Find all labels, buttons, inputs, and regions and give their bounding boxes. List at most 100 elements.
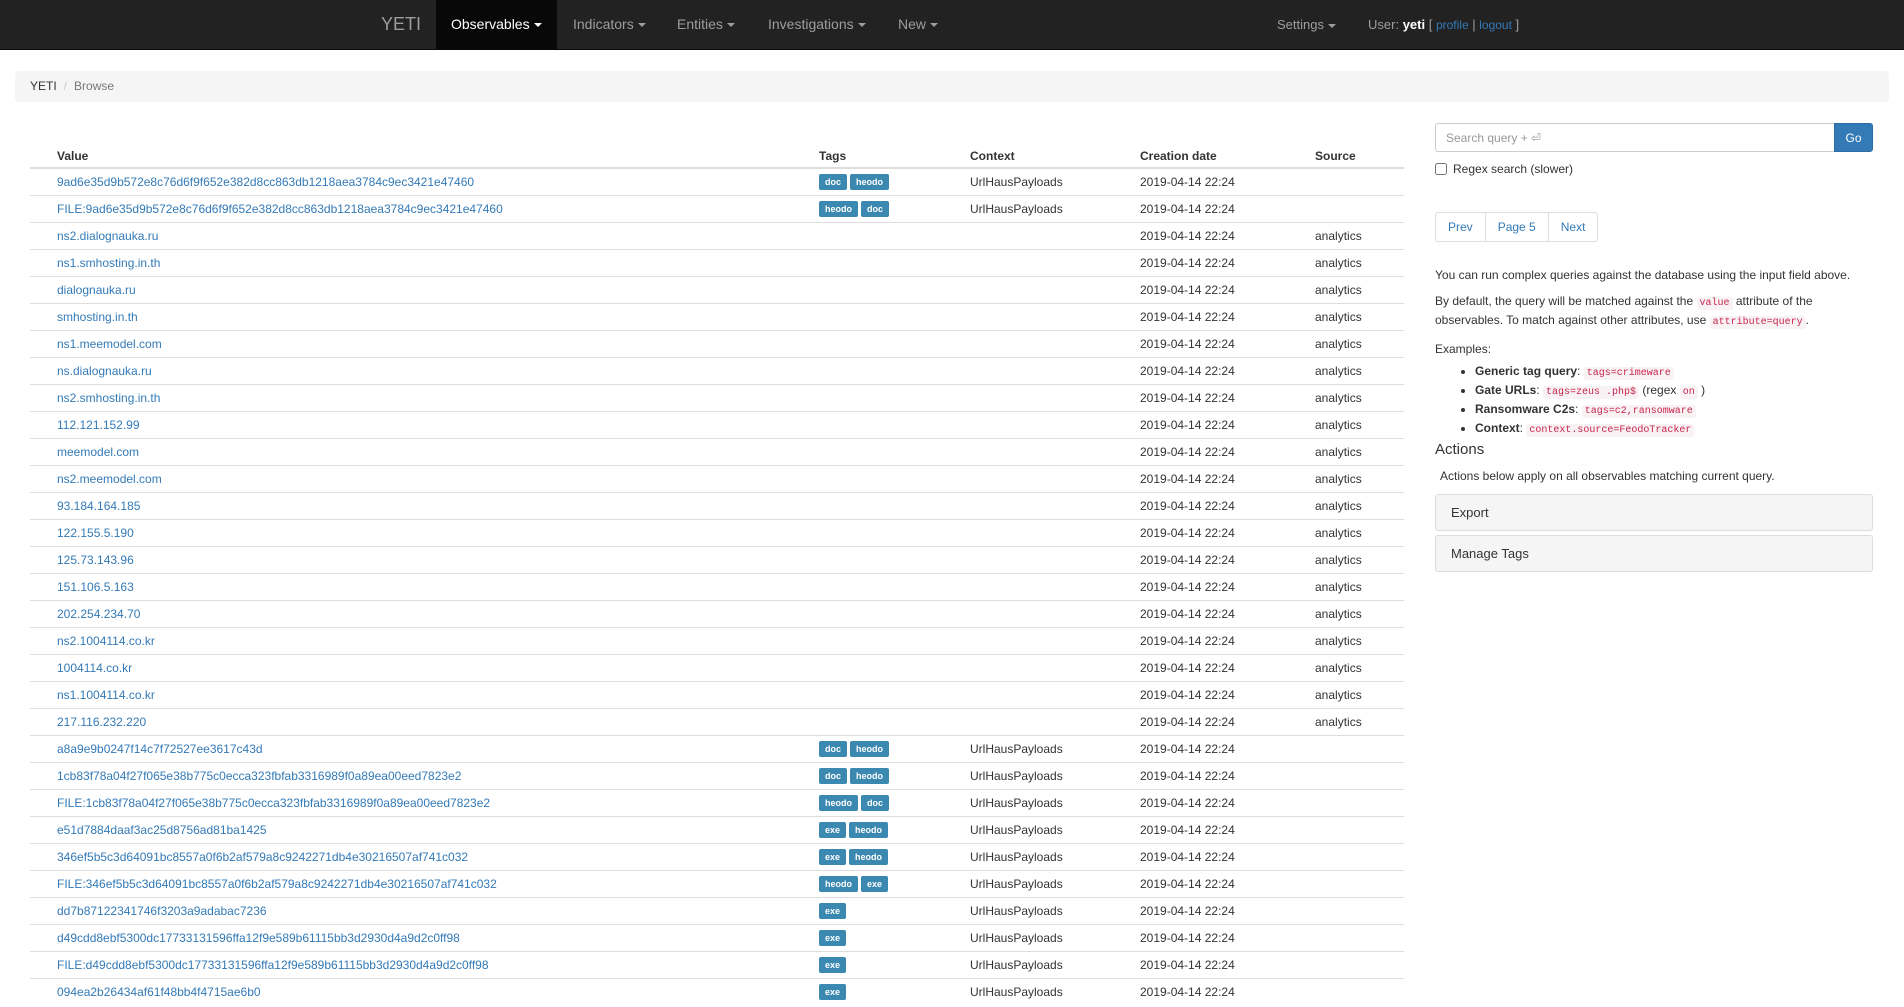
tag-badge[interactable]: doc xyxy=(819,740,848,757)
tag-badge[interactable]: heodo xyxy=(849,821,889,838)
observable-link[interactable]: 151.106.5.163 xyxy=(57,580,134,594)
tag-badge[interactable]: doc xyxy=(819,173,848,190)
observable-link[interactable]: ns2.meemodel.com xyxy=(57,472,162,486)
observable-link[interactable]: 094ea2b26434af61f48bb4f4715ae6b0 xyxy=(57,985,261,999)
table-row: 125.73.143.96 2019-04-14 22:24 analytics xyxy=(30,545,1404,573)
cell-source: analytics xyxy=(1315,626,1404,654)
observable-link[interactable]: 9ad6e35d9b572e8c76d6f9f652e382d8cc863db1… xyxy=(57,175,474,189)
cell-source: analytics xyxy=(1315,410,1404,438)
observable-link[interactable]: ns.dialognauka.ru xyxy=(57,364,152,378)
observable-link[interactable]: 125.73.143.96 xyxy=(57,553,134,567)
cell-context xyxy=(970,302,1140,330)
cell-source xyxy=(1315,923,1404,951)
tag-badge[interactable]: heodo xyxy=(849,848,889,865)
manage-tags-button[interactable]: Manage Tags xyxy=(1435,535,1873,572)
cell-creation-date: 2019-04-14 22:24 xyxy=(1140,545,1315,573)
observable-link[interactable]: 93.184.164.185 xyxy=(57,499,140,513)
help-intro: You can run complex queries against the … xyxy=(1435,268,1851,282)
cell-creation-date: 2019-04-14 22:24 xyxy=(1140,950,1315,978)
tag-badge[interactable]: doc xyxy=(861,200,890,217)
cell-tags: exe xyxy=(819,977,970,1005)
nav-observables[interactable]: Observables xyxy=(436,0,557,49)
observable-link[interactable]: ns1.1004114.co.kr xyxy=(57,688,155,702)
tag-badge[interactable]: heodo xyxy=(850,740,890,757)
observable-link[interactable]: ns1.smhosting.in.th xyxy=(57,256,160,270)
observable-link[interactable]: meemodel.com xyxy=(57,445,139,459)
cell-source: analytics xyxy=(1315,329,1404,357)
tag-badge[interactable]: heodo xyxy=(819,875,858,892)
observable-link[interactable]: FILE:d49cdd8ebf5300dc17733131596ffa12f9e… xyxy=(57,958,489,972)
nav-new[interactable]: New xyxy=(898,0,939,49)
tag-badge[interactable]: doc xyxy=(819,767,848,784)
observable-link[interactable]: a8a9e9b0247f14c7f72527ee3617c43d xyxy=(57,742,263,756)
cell-creation-date: 2019-04-14 22:24 xyxy=(1140,491,1315,519)
row-spacer xyxy=(30,653,57,681)
observable-link[interactable]: 346ef5b5c3d64091bc8557a0f6b2af579a8c9242… xyxy=(57,850,468,864)
search-input[interactable] xyxy=(1435,123,1835,152)
export-button[interactable]: Export xyxy=(1435,494,1873,531)
nav-settings[interactable]: Settings xyxy=(1277,0,1336,49)
tag-badge[interactable]: heodo xyxy=(819,794,858,811)
breadcrumb-home[interactable]: YETI xyxy=(30,79,57,93)
observable-link[interactable]: smhosting.in.th xyxy=(57,310,138,324)
next-button[interactable]: Next xyxy=(1547,212,1599,242)
tag-badge[interactable]: exe xyxy=(861,875,889,892)
observable-link[interactable]: e51d7884daaf3ac25d8756ad81ba1425 xyxy=(57,823,267,837)
nav-entities[interactable]: Entities xyxy=(677,0,735,49)
observable-link[interactable]: 1cb83f78a04f27f065e38b775c0ecca323fbfab3… xyxy=(57,769,461,783)
nav-indicators[interactable]: Indicators xyxy=(573,0,646,49)
cell-creation-date: 2019-04-14 22:24 xyxy=(1140,977,1315,1005)
page-indicator[interactable]: Page 5 xyxy=(1484,212,1549,242)
tag-badge[interactable]: heodo xyxy=(819,200,858,217)
cell-context: UrlHausPayloads xyxy=(970,896,1140,924)
observable-link[interactable]: FILE:1cb83f78a04f27f065e38b775c0ecca323f… xyxy=(57,796,490,810)
row-spacer xyxy=(30,734,57,762)
observable-link[interactable]: 112.121.152.99 xyxy=(57,418,140,432)
table-row: 122.155.5.190 2019-04-14 22:24 analytics xyxy=(30,518,1404,546)
row-spacer xyxy=(30,761,57,789)
observable-link[interactable]: ns1.meemodel.com xyxy=(57,337,162,351)
tag-badge[interactable]: exe xyxy=(819,821,847,838)
observable-link[interactable]: FILE:9ad6e35d9b572e8c76d6f9f652e382d8cc8… xyxy=(57,202,503,216)
cell-tags: exe xyxy=(819,923,970,951)
table-row: 202.254.234.70 2019-04-14 22:24 analytics xyxy=(30,599,1404,627)
tag-badge[interactable]: doc xyxy=(861,794,890,811)
tag-badge[interactable]: exe xyxy=(819,902,847,919)
observable-link[interactable]: ns2.smhosting.in.th xyxy=(57,391,160,405)
cell-value: 1004114.co.kr xyxy=(57,653,819,681)
tag-badge[interactable]: exe xyxy=(819,983,847,1000)
tag-badge[interactable]: heodo xyxy=(850,173,890,190)
cell-value: FILE:1cb83f78a04f27f065e38b775c0ecca323f… xyxy=(57,788,819,816)
observable-link[interactable]: ns2.dialognauka.ru xyxy=(57,229,158,243)
profile-link[interactable]: profile xyxy=(1436,18,1469,32)
row-spacer xyxy=(30,842,57,870)
cell-context xyxy=(970,356,1140,384)
nav-investigations[interactable]: Investigations xyxy=(768,0,866,49)
observable-link[interactable]: dialognauka.ru xyxy=(57,283,136,297)
row-spacer xyxy=(30,923,57,951)
regex-option[interactable]: Regex search (slower) xyxy=(1435,162,1573,176)
cell-value: ns2.meemodel.com xyxy=(57,464,819,492)
observable-link[interactable]: 122.155.5.190 xyxy=(57,526,134,540)
tag-badge[interactable]: heodo xyxy=(850,767,890,784)
tag-badge[interactable]: exe xyxy=(819,956,847,973)
cell-context xyxy=(970,464,1140,492)
observable-link[interactable]: ns2.1004114.co.kr xyxy=(57,634,155,648)
cell-value: ns.dialognauka.ru xyxy=(57,356,819,384)
row-spacer xyxy=(30,221,57,249)
tag-badge[interactable]: exe xyxy=(819,929,847,946)
tag-badge[interactable]: exe xyxy=(819,848,847,865)
go-button[interactable]: Go xyxy=(1834,123,1873,152)
observable-link[interactable]: 1004114.co.kr xyxy=(57,661,132,675)
observable-link[interactable]: 217.116.232.220 xyxy=(57,715,146,729)
cell-source xyxy=(1315,761,1404,789)
brand-logo[interactable]: YETI xyxy=(381,0,421,49)
regex-checkbox[interactable] xyxy=(1435,163,1447,175)
prev-button[interactable]: Prev xyxy=(1435,212,1486,242)
cell-value: 93.184.164.185 xyxy=(57,491,819,519)
observable-link[interactable]: FILE:346ef5b5c3d64091bc8557a0f6b2af579a8… xyxy=(57,877,497,891)
observable-link[interactable]: dd7b87122341746f3203a9adabac7236 xyxy=(57,904,267,918)
logout-link[interactable]: logout xyxy=(1479,18,1512,32)
observable-link[interactable]: d49cdd8ebf5300dc17733131596ffa12f9e589b6… xyxy=(57,931,460,945)
observable-link[interactable]: 202.254.234.70 xyxy=(57,607,140,621)
